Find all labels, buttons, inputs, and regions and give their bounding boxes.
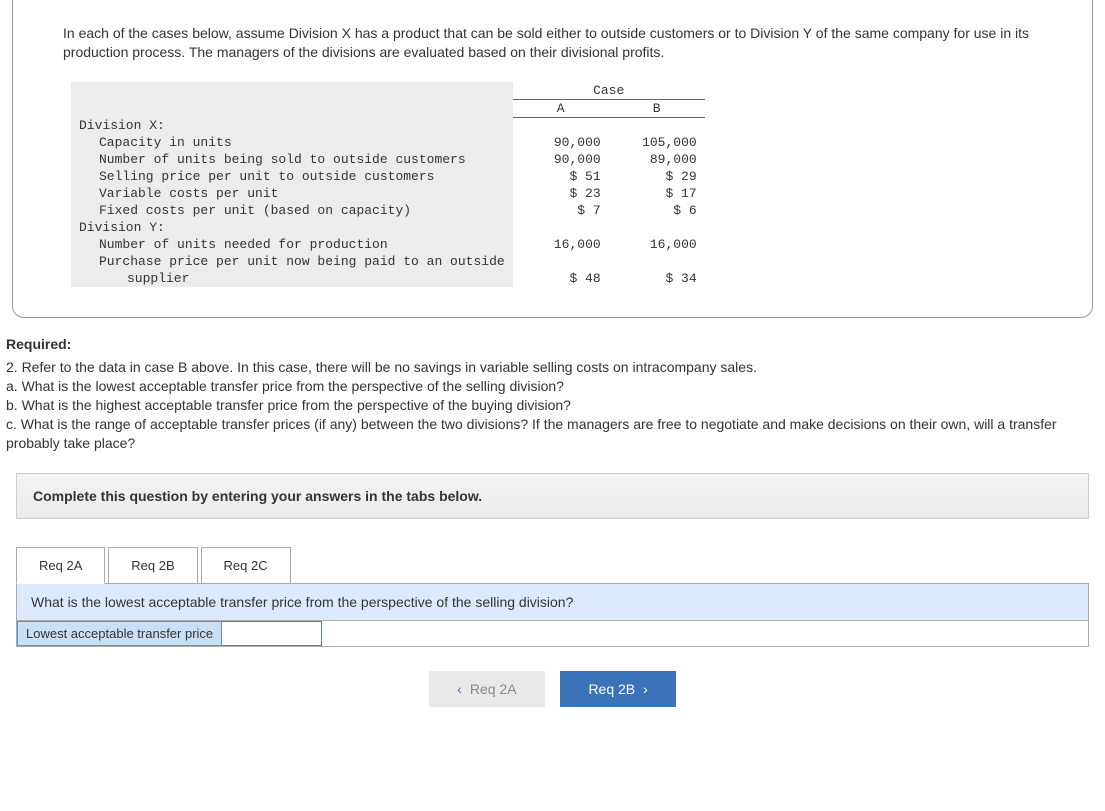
tab-req-2b[interactable]: Req 2B	[108, 547, 197, 584]
row-label: Capacity in units	[71, 134, 513, 151]
question-text: 2. Refer to the data in case B above. In…	[6, 358, 1105, 452]
chevron-right-icon: ›	[643, 681, 648, 697]
col-a-header: A	[513, 99, 609, 117]
row-label: Fixed costs per unit (based on capacity)	[71, 202, 513, 219]
cell: 105,000	[609, 134, 705, 151]
answer-label: Lowest acceptable transfer price	[17, 621, 222, 646]
row-label: Number of units being sold to outside cu…	[71, 151, 513, 168]
tab-req-2a[interactable]: Req 2A	[16, 547, 105, 584]
col-b-header: B	[609, 99, 705, 117]
row-label: Selling price per unit to outside custom…	[71, 168, 513, 185]
cell: 90,000	[513, 134, 609, 151]
division-x-header: Division X:	[71, 117, 513, 134]
next-label: Req 2B	[588, 681, 635, 697]
cell	[513, 253, 609, 270]
cell: $ 23	[513, 185, 609, 202]
cell: $ 7	[513, 202, 609, 219]
cell: $ 34	[609, 270, 705, 287]
cell	[609, 253, 705, 270]
answer-input[interactable]	[222, 621, 322, 646]
case-header: Case	[513, 82, 705, 100]
cell: $ 48	[513, 270, 609, 287]
tabs-row: Req 2A Req 2B Req 2C	[16, 547, 1089, 584]
next-button[interactable]: Req 2B ›	[560, 671, 675, 707]
row-label: supplier	[71, 270, 513, 287]
division-y-header: Division Y:	[71, 219, 513, 236]
tab-req-2c[interactable]: Req 2C	[201, 547, 291, 584]
intro-text: In each of the cases below, assume Divis…	[63, 24, 1062, 62]
prev-label: Req 2A	[470, 681, 517, 697]
cell: $ 6	[609, 202, 705, 219]
prev-button[interactable]: ‹ Req 2A	[429, 671, 544, 707]
cell: 16,000	[513, 236, 609, 253]
row-label: Purchase price per unit now being paid t…	[71, 253, 513, 270]
chevron-left-icon: ‹	[457, 681, 462, 697]
cell: 90,000	[513, 151, 609, 168]
tab-content: What is the lowest acceptable transfer p…	[16, 583, 1089, 647]
cell: $ 51	[513, 168, 609, 185]
cell: 89,000	[609, 151, 705, 168]
row-label: Number of units needed for production	[71, 236, 513, 253]
cell: $ 29	[609, 168, 705, 185]
required-heading: Required:	[6, 336, 1105, 352]
sub-question: What is the lowest acceptable transfer p…	[17, 584, 1088, 621]
row-label: Variable costs per unit	[71, 185, 513, 202]
cell: 16,000	[609, 236, 705, 253]
instruction-bar: Complete this question by entering your …	[16, 473, 1089, 519]
cell: $ 17	[609, 185, 705, 202]
case-data-table: Case A B Division X: Capacity in units90…	[71, 82, 705, 288]
